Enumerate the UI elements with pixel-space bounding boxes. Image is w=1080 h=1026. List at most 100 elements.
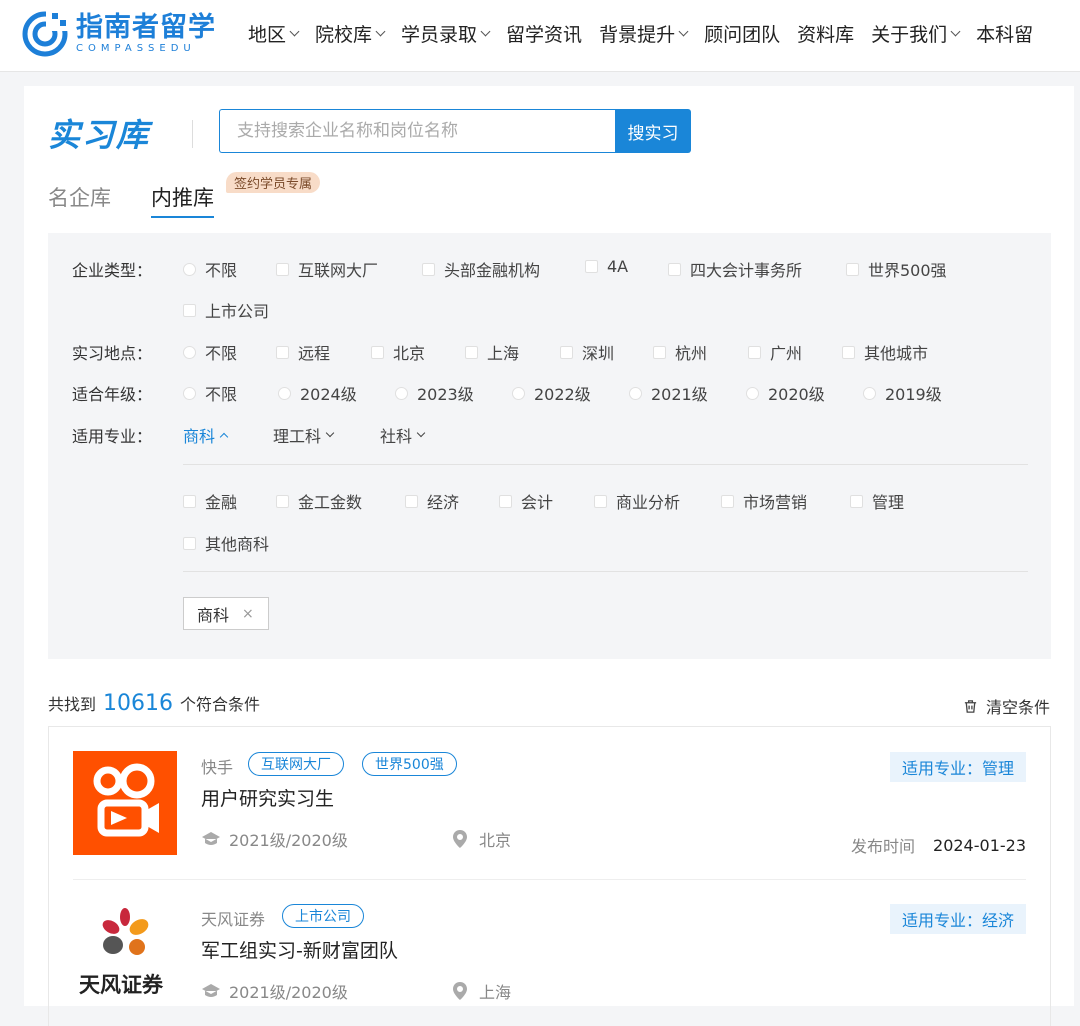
checkbox-icon: [183, 303, 196, 317]
option-business-analytics[interactable]: 商业分析: [594, 489, 680, 513]
radio-icon: [183, 386, 196, 400]
result-count: 共找到 10616 个符合条件: [48, 691, 261, 716]
company-name[interactable]: 天风证券: [201, 906, 265, 930]
logo-subtitle: COMPASSEDU: [76, 43, 196, 54]
checkbox-icon: [183, 494, 196, 508]
search-input[interactable]: [220, 110, 616, 152]
search-input-wrapper: [219, 109, 616, 153]
location-pin-icon: [453, 982, 467, 1000]
nav-item-background[interactable]: 背景提升: [599, 20, 689, 47]
option-any-grade[interactable]: 不限: [183, 381, 237, 405]
graduation-cap-icon: [202, 984, 220, 997]
option-grade-2021[interactable]: 2021级: [629, 381, 708, 405]
option-finance[interactable]: 金融: [183, 489, 237, 513]
tianfeng-logo-text: 天风证券: [79, 973, 163, 997]
option-4a[interactable]: 4A: [585, 257, 628, 276]
nav-item-undergrad[interactable]: 本科留: [976, 20, 1033, 47]
filter-label-company-type: 企业类型：: [72, 261, 153, 280]
checkbox-icon: [276, 494, 289, 508]
chevron-down-icon: [416, 428, 426, 438]
page-brand-title: 实习库: [48, 116, 151, 154]
filter-panel: 企业类型： 不限 互联网大厂 头部金融机构 4A 四大会计事务所 世界500强 …: [48, 233, 1051, 659]
checkbox-icon: [585, 260, 598, 273]
company-name[interactable]: 快手: [201, 754, 233, 778]
option-fin-eng-math[interactable]: 金工金数: [276, 489, 362, 513]
radio-icon: [183, 345, 196, 359]
checkbox-icon: [653, 345, 666, 359]
job-location: 北京: [453, 827, 511, 851]
selected-filter-tag[interactable]: 商科 ×: [183, 597, 269, 630]
option-economics[interactable]: 经济: [405, 489, 459, 513]
option-grade-2019[interactable]: 2019级: [863, 381, 942, 405]
option-grade-2020[interactable]: 2020级: [746, 381, 825, 405]
option-any-location[interactable]: 不限: [183, 340, 237, 364]
option-remote[interactable]: 远程: [276, 340, 330, 364]
internship-library-panel: 实习库 搜实习 名企库 内推库 签约学员专属 企业类型： 不限 互联网大厂 头部…: [24, 86, 1074, 1026]
radio-icon: [629, 386, 642, 400]
option-shenzhen[interactable]: 深圳: [560, 340, 614, 364]
graduation-cap-icon: [202, 832, 220, 845]
option-beijing[interactable]: 北京: [371, 340, 425, 364]
option-marketing[interactable]: 市场营销: [721, 489, 807, 513]
divider: [183, 571, 1028, 572]
nav-item-region[interactable]: 地区: [248, 20, 300, 47]
nav-item-admissions[interactable]: 学员录取: [401, 20, 491, 47]
checkbox-icon: [668, 262, 681, 276]
option-any-company[interactable]: 不限: [183, 257, 237, 281]
option-accounting[interactable]: 会计: [499, 489, 553, 513]
chevron-down-icon: [325, 428, 335, 438]
checkbox-icon: [846, 262, 859, 276]
major-badge: 适用专业：管理: [889, 752, 1026, 782]
close-icon[interactable]: ×: [242, 606, 254, 622]
option-guangzhou[interactable]: 广州: [748, 340, 802, 364]
nav-item-news[interactable]: 留学资讯: [506, 20, 582, 47]
site-logo[interactable]: 指南者留学 COMPASSEDU: [22, 10, 216, 58]
major-tab-business[interactable]: 商科: [183, 423, 229, 447]
option-grade-2022[interactable]: 2022级: [512, 381, 591, 405]
tab-referral[interactable]: 内推库: [151, 182, 214, 218]
major-tab-stem[interactable]: 理工科: [273, 423, 335, 447]
option-other-business[interactable]: 其他商科: [183, 531, 269, 555]
option-listed-company[interactable]: 上市公司: [183, 298, 269, 322]
search-button[interactable]: 搜实习: [615, 109, 691, 153]
nav-item-resources[interactable]: 资料库: [797, 20, 854, 47]
publish-date: 发布时间 2024-01-23: [851, 835, 1026, 857]
kuaishou-logo[interactable]: [73, 751, 177, 855]
result-count-number: 10616: [103, 691, 174, 716]
tianfeng-logo[interactable]: 天风证券: [73, 903, 177, 1007]
option-hangzhou[interactable]: 杭州: [653, 340, 707, 364]
chevron-up-icon: [219, 432, 229, 442]
option-fortune-500[interactable]: 世界500强: [846, 257, 947, 281]
company-tag: 世界500强: [362, 752, 457, 776]
chevron-down-icon: [375, 26, 386, 37]
checkbox-icon: [276, 262, 289, 276]
option-top-finance[interactable]: 头部金融机构: [422, 257, 540, 281]
option-grade-2024[interactable]: 2024级: [278, 381, 357, 405]
checkbox-icon: [465, 345, 478, 359]
option-other-cities[interactable]: 其他城市: [842, 340, 928, 364]
chevron-down-icon: [950, 26, 961, 37]
job-title[interactable]: 军工组实习-新财富团队: [201, 936, 398, 963]
nav-item-consultants[interactable]: 顾问团队: [704, 20, 780, 47]
option-big-four[interactable]: 四大会计事务所: [668, 257, 802, 281]
company-tag: 上市公司: [282, 904, 364, 928]
option-shanghai[interactable]: 上海: [465, 340, 519, 364]
kuaishou-logo-icon: [93, 763, 159, 837]
nav-item-schools[interactable]: 院校库: [315, 20, 386, 47]
filter-label-major: 适用专业：: [72, 427, 153, 446]
job-title[interactable]: 用户研究实习生: [201, 784, 334, 811]
option-grade-2023[interactable]: 2023级: [395, 381, 474, 405]
filter-label-grade: 适合年级：: [72, 385, 153, 404]
tab-famous-companies[interactable]: 名企库: [48, 182, 111, 212]
main-nav: 地区 院校库 学员录取 留学资讯 背景提升 顾问团队 资料库 关于我们 本科留: [248, 20, 1050, 47]
nav-item-about[interactable]: 关于我们: [871, 20, 961, 47]
checkbox-icon: [183, 536, 196, 550]
radio-icon: [183, 262, 196, 276]
option-internet-giant[interactable]: 互联网大厂: [276, 257, 378, 281]
location-pin-icon: [453, 830, 467, 848]
checkbox-icon: [560, 345, 573, 359]
major-tab-social-science[interactable]: 社科: [380, 423, 426, 447]
divider: [192, 120, 193, 148]
clear-filters-button[interactable]: 清空条件: [963, 694, 1050, 718]
option-management[interactable]: 管理: [850, 489, 904, 513]
